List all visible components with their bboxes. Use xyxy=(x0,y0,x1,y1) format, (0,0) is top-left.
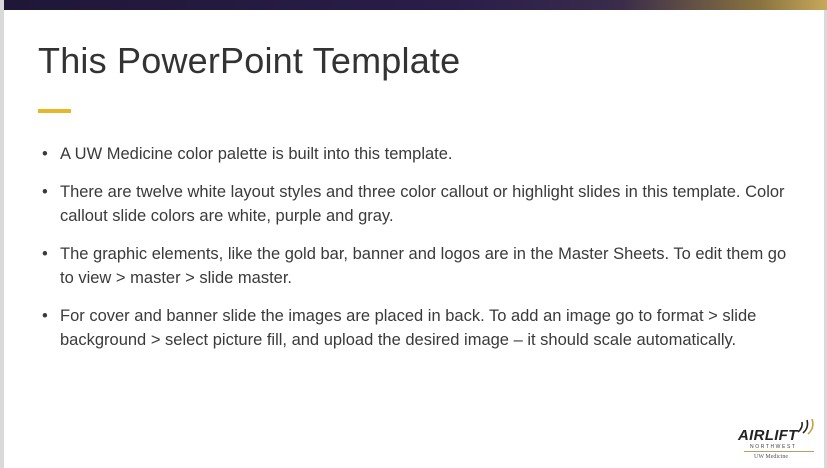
bullet-item: • A UW Medicine color palette is built i… xyxy=(40,142,800,166)
bullet-item: • There are twelve white layout styles a… xyxy=(40,180,800,228)
bullet-text: The graphic elements, like the gold bar,… xyxy=(60,245,787,287)
top-banner xyxy=(4,0,827,10)
bullet-item: • The graphic elements, like the gold ba… xyxy=(40,242,800,290)
logo-subtext: NORTHWEST xyxy=(750,444,797,450)
logo-wordmark: AIRLIFT xyxy=(738,427,798,444)
slide-title: This PowerPoint Template xyxy=(38,40,461,81)
slide: This PowerPoint Template • A UW Medicine… xyxy=(0,0,827,468)
bullet-list: • A UW Medicine color palette is built i… xyxy=(40,142,800,366)
airlift-northwest-logo: AIRLIFT NORTHWEST UW Medicine xyxy=(738,419,818,465)
bullet-marker: • xyxy=(42,307,48,325)
logo-divider xyxy=(744,451,814,452)
bullet-text: A UW Medicine color palette is built int… xyxy=(60,145,453,163)
bullet-item: • For cover and banner slide the images … xyxy=(40,304,800,352)
bullet-text: For cover and banner slide the images ar… xyxy=(60,307,757,349)
slide-left-border xyxy=(0,0,4,468)
logo-tagline: UW Medicine xyxy=(754,454,789,460)
bullet-marker: • xyxy=(42,145,48,163)
signal-waves-icon xyxy=(797,419,814,435)
bullet-marker: • xyxy=(42,183,48,201)
bullet-marker: • xyxy=(42,245,48,263)
gold-accent-bar xyxy=(38,109,71,113)
bullet-text: There are twelve white layout styles and… xyxy=(60,183,785,225)
